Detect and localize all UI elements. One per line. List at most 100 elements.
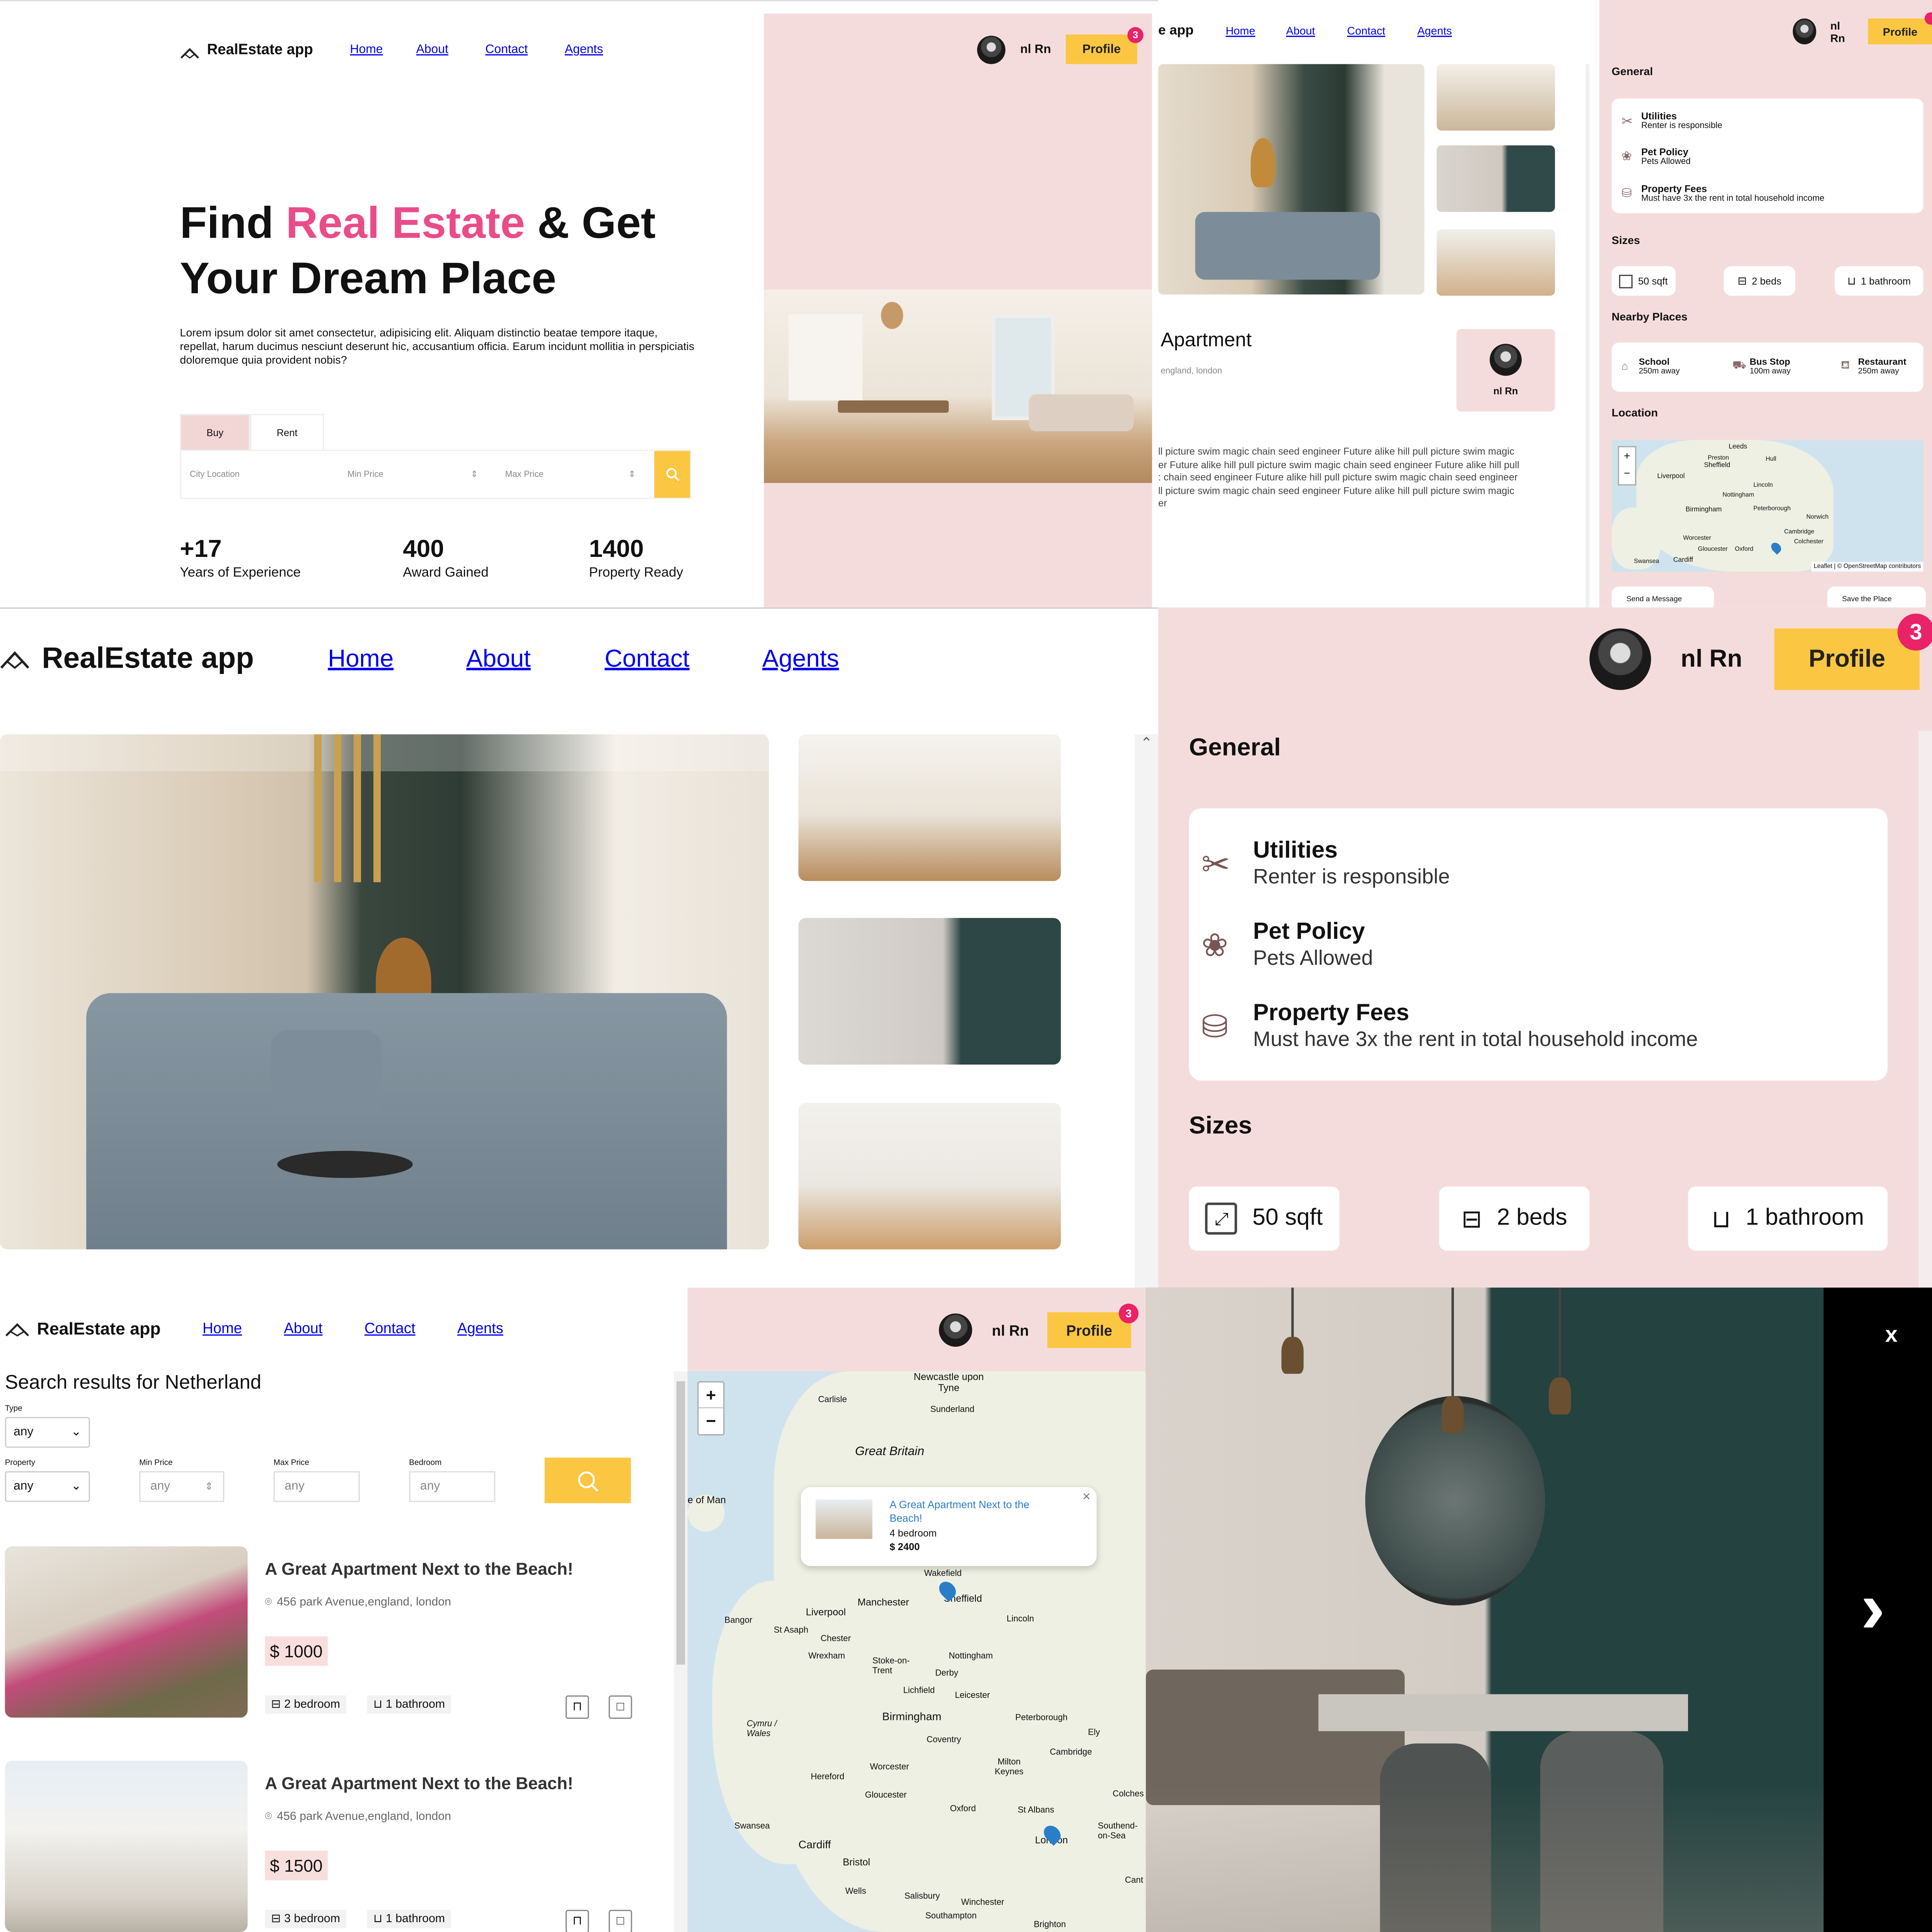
property-select[interactable]: any ⌄: [5, 1471, 90, 1502]
type-select[interactable]: any ⌄: [5, 1417, 90, 1448]
search-button[interactable]: [544, 1457, 631, 1504]
nav-agents-link[interactable]: Agents: [457, 1320, 503, 1337]
scrollbar[interactable]: [1918, 730, 1932, 1288]
nav-contact-link[interactable]: Contact: [485, 43, 528, 56]
features-small: nl Rn Profile General ✂ Utilities Renter …: [1599, 0, 1932, 608]
min-price-stepper[interactable]: ⇕: [205, 1481, 213, 1492]
nearby-card: ⌂ School 250m away ⛟ Bus Stop 100m away ⛾ …: [1612, 342, 1924, 392]
nav-home-link[interactable]: Home: [203, 1320, 242, 1337]
listing-photo[interactable]: [5, 1546, 248, 1718]
tab-rent[interactable]: Rent: [250, 414, 324, 452]
description-line: : chain seed engineer Future alike hill …: [1158, 472, 1518, 484]
chat-icon[interactable]: □: [609, 1695, 632, 1719]
profile-button[interactable]: Profile: [1868, 12, 1932, 45]
profile-button[interactable]: Profile 3: [1774, 613, 1932, 690]
zoom-out-button[interactable]: −: [1619, 465, 1635, 482]
stat-properties: 1400 Property Ready: [589, 536, 683, 581]
zoom-out-button[interactable]: −: [699, 1408, 724, 1433]
table-shape: [838, 400, 949, 413]
nav-home-link[interactable]: Home: [350, 43, 383, 56]
avatar[interactable]: [1589, 628, 1651, 690]
listing-title[interactable]: A Great Apartment Next to the Beach!: [265, 1559, 573, 1578]
results-map[interactable]: Newcastle upon Tyne Carlisle Sunderland …: [687, 1371, 1146, 1932]
thumb-3[interactable]: [798, 1103, 1061, 1250]
notification-badge: 3: [1119, 1303, 1139, 1323]
nav-about-link[interactable]: About: [466, 645, 530, 674]
feature-title: Utilities: [1253, 838, 1338, 864]
list-item[interactable]: A Great Apartment Next to the Beach! ⌾ 45…: [5, 1761, 633, 1932]
city-location-input[interactable]: City Location: [181, 470, 348, 479]
search-button[interactable]: [654, 451, 690, 498]
map-label: Cardiff: [1673, 557, 1693, 564]
nearby-title: Restaurant: [1858, 356, 1906, 367]
address-text: 456 park Avenue,england, london: [277, 1595, 451, 1609]
thumb-2[interactable]: [798, 918, 1061, 1065]
popup-title-link[interactable]: A Great Apartment Next to the Beach!: [890, 1498, 1062, 1526]
nav-home-link[interactable]: Home: [328, 645, 394, 674]
scrollbar[interactable]: [674, 1371, 688, 1932]
nav-agents-link[interactable]: Agents: [1417, 25, 1452, 37]
chat-icon[interactable]: □: [609, 1910, 632, 1932]
min-price-stepper[interactable]: ⇕: [471, 469, 505, 479]
brand-name: RealEstate app: [42, 642, 254, 676]
main-photo[interactable]: [0, 734, 769, 1250]
nav-contact-link[interactable]: Contact: [605, 645, 690, 674]
bookmark-icon[interactable]: ⊓: [565, 1695, 589, 1719]
main-photo[interactable]: [1158, 64, 1424, 295]
nav-about-link[interactable]: About: [416, 43, 449, 56]
paw-icon: ❀: [1201, 926, 1228, 963]
bedroom-input[interactable]: any: [409, 1471, 495, 1502]
nav-contact-link[interactable]: Contact: [365, 1320, 415, 1337]
nav-contact-link[interactable]: Contact: [1347, 25, 1385, 37]
chevron-right-icon[interactable]: ›: [1861, 1570, 1885, 1645]
thumb-1[interactable]: [1437, 64, 1555, 131]
listing-photo[interactable]: [5, 1761, 248, 1932]
tab-buy[interactable]: Buy: [180, 414, 250, 452]
nav-agents-link[interactable]: Agents: [762, 645, 839, 674]
nav-about-link[interactable]: About: [1286, 25, 1315, 37]
save-place-button[interactable]: Save the Place: [1827, 586, 1926, 608]
nav-home-link[interactable]: Home: [1226, 25, 1255, 37]
chevron-up-icon[interactable]: ⌃: [1135, 734, 1158, 752]
zoom-in-button[interactable]: +: [1619, 447, 1635, 465]
lightbox-close-button[interactable]: x: [1885, 1322, 1897, 1348]
map-label: Manchester: [857, 1597, 909, 1608]
nav-about-link[interactable]: About: [284, 1320, 322, 1337]
scrollbar-thumb[interactable]: [676, 1381, 685, 1665]
profile-button[interactable]: Profile 3: [1066, 27, 1144, 64]
scrollbar[interactable]: ⌃: [1135, 734, 1158, 1289]
map-label: Oxford: [1735, 545, 1753, 553]
map-attribution[interactable]: Leaflet | © OpenStreetMap contributors: [1811, 562, 1924, 572]
max-price-input[interactable]: any: [274, 1471, 360, 1502]
zoom-in-button[interactable]: +: [698, 1383, 724, 1409]
profile-label: Profile: [1808, 645, 1885, 672]
stat-label: Award Gained: [403, 565, 489, 581]
pendant-lamp: [1281, 1337, 1304, 1374]
location-map[interactable]: Leeds Sheffield Liverpool Birmingham Car…: [1612, 440, 1924, 572]
feature-title: Property Fees: [1641, 183, 1707, 195]
max-price-input[interactable]: Max Price: [505, 470, 629, 479]
scrollbar[interactable]: [1586, 64, 1590, 608]
popup-close-button[interactable]: ×: [1083, 1490, 1091, 1505]
send-message-button[interactable]: Send a Message: [1612, 586, 1714, 608]
thumb-2[interactable]: [1437, 145, 1555, 212]
avatar[interactable]: [1792, 18, 1817, 45]
zoom-controls: + −: [697, 1381, 725, 1436]
navbar: RealEstate app Home About Contact Agents: [5, 1318, 503, 1338]
max-price-stepper[interactable]: ⇕: [628, 469, 653, 479]
user-name: nl Rn: [1830, 19, 1845, 44]
min-price-input[interactable]: Min Price: [348, 470, 471, 479]
profile-button[interactable]: Profile 3: [1047, 1303, 1139, 1348]
size-label: 1 bathroom: [1861, 275, 1911, 287]
map-label: Stoke-on-Trent: [872, 1657, 910, 1676]
min-price-input[interactable]: any ⇕: [139, 1471, 224, 1502]
avatar[interactable]: [939, 1313, 972, 1347]
thumb-3[interactable]: [1437, 229, 1555, 296]
nav-agents-link[interactable]: Agents: [565, 43, 603, 56]
listing-title[interactable]: A Great Apartment Next to the Beach!: [265, 1773, 573, 1793]
map-label: Cardiff: [798, 1838, 831, 1851]
thumb-1[interactable]: [798, 734, 1061, 881]
bookmark-icon[interactable]: ⊓: [565, 1910, 589, 1932]
avatar[interactable]: [977, 35, 1006, 64]
list-item[interactable]: A Great Apartment Next to the Beach! ⌾ 45…: [5, 1546, 633, 1719]
